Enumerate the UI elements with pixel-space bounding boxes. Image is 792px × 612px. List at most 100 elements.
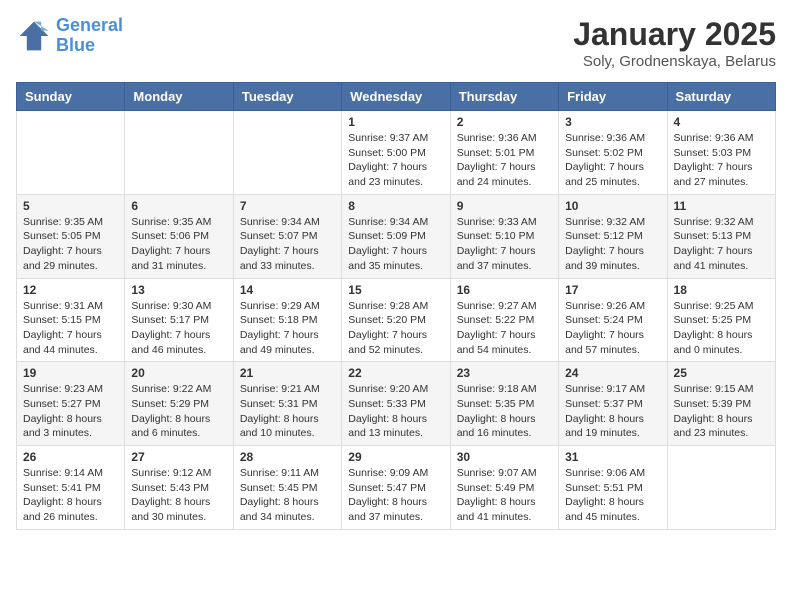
calendar-cell: 12 Sunrise: 9:31 AM Sunset: 5:15 PM Dayli… bbox=[17, 278, 125, 362]
day-number: 26 bbox=[23, 450, 118, 464]
day-number: 1 bbox=[348, 115, 443, 129]
calendar-cell bbox=[667, 446, 775, 530]
calendar-cell: 30 Sunrise: 9:07 AM Sunset: 5:49 PM Dayli… bbox=[450, 446, 558, 530]
day-info: Sunrise: 9:33 AM Sunset: 5:10 PM Dayligh… bbox=[457, 215, 552, 274]
day-number: 10 bbox=[565, 199, 660, 213]
logo-icon bbox=[16, 18, 52, 54]
day-info: Sunrise: 9:34 AM Sunset: 5:09 PM Dayligh… bbox=[348, 215, 443, 274]
calendar-table: SundayMondayTuesdayWednesdayThursdayFrid… bbox=[16, 82, 776, 530]
calendar-cell: 1Sunrise: 9:37 AM Sunset: 5:00 PM Daylig… bbox=[342, 111, 450, 195]
calendar-cell: 15Sunrise: 9:28 AM Sunset: 5:20 PM Dayli… bbox=[342, 278, 450, 362]
calendar-cell: 18 Sunrise: 9:25 AM Sunset: 5:25 PM Dayli… bbox=[667, 278, 775, 362]
day-number: 2 bbox=[457, 115, 552, 129]
day-number: 11 bbox=[674, 199, 769, 213]
day-number: 6 bbox=[131, 199, 226, 213]
calendar-cell bbox=[233, 111, 341, 195]
weekday-header: Friday bbox=[559, 83, 667, 111]
calendar-cell: 28 Sunrise: 9:11 AM Sunset: 5:45 PM Dayli… bbox=[233, 446, 341, 530]
calendar-cell: 16 Sunrise: 9:27 AM Sunset: 5:22 PM Dayli… bbox=[450, 278, 558, 362]
day-number: 17 bbox=[565, 283, 660, 297]
day-number: 16 bbox=[457, 283, 552, 297]
day-info: Sunrise: 9:26 AM Sunset: 5:24 PM Dayligh… bbox=[565, 299, 660, 358]
calendar-week-row: 1Sunrise: 9:37 AM Sunset: 5:00 PM Daylig… bbox=[17, 111, 776, 195]
day-number: 3 bbox=[565, 115, 660, 129]
calendar-cell: 14Sunrise: 9:29 AM Sunset: 5:18 PM Dayli… bbox=[233, 278, 341, 362]
day-number: 31 bbox=[565, 450, 660, 464]
weekday-header: Monday bbox=[125, 83, 233, 111]
weekday-header: Sunday bbox=[17, 83, 125, 111]
calendar-week-row: 12 Sunrise: 9:31 AM Sunset: 5:15 PM Dayli… bbox=[17, 278, 776, 362]
calendar-cell: 25 Sunrise: 9:15 AM Sunset: 5:39 PM Dayli… bbox=[667, 362, 775, 446]
day-number: 30 bbox=[457, 450, 552, 464]
calendar-cell: 27Sunrise: 9:12 AM Sunset: 5:43 PM Dayli… bbox=[125, 446, 233, 530]
day-number: 14 bbox=[240, 283, 335, 297]
day-number: 20 bbox=[131, 366, 226, 380]
day-info: Sunrise: 9:36 AM Sunset: 5:03 PM Dayligh… bbox=[674, 131, 769, 190]
calendar-cell: 22 Sunrise: 9:20 AM Sunset: 5:33 PM Dayli… bbox=[342, 362, 450, 446]
logo: General Blue bbox=[16, 16, 123, 56]
day-info: Sunrise: 9:14 AM Sunset: 5:41 PM Dayligh… bbox=[23, 466, 118, 525]
day-info: Sunrise: 9:06 AM Sunset: 5:51 PM Dayligh… bbox=[565, 466, 660, 525]
day-info: Sunrise: 9:07 AM Sunset: 5:49 PM Dayligh… bbox=[457, 466, 552, 525]
day-number: 12 bbox=[23, 283, 118, 297]
calendar-cell: 9 Sunrise: 9:33 AM Sunset: 5:10 PM Daylig… bbox=[450, 194, 558, 278]
calendar-header-row: SundayMondayTuesdayWednesdayThursdayFrid… bbox=[17, 83, 776, 111]
calendar-cell: 4Sunrise: 9:36 AM Sunset: 5:03 PM Daylig… bbox=[667, 111, 775, 195]
calendar-week-row: 26 Sunrise: 9:14 AM Sunset: 5:41 PM Dayli… bbox=[17, 446, 776, 530]
day-number: 24 bbox=[565, 366, 660, 380]
calendar-cell: 19Sunrise: 9:23 AM Sunset: 5:27 PM Dayli… bbox=[17, 362, 125, 446]
calendar-cell bbox=[17, 111, 125, 195]
day-info: Sunrise: 9:20 AM Sunset: 5:33 PM Dayligh… bbox=[348, 382, 443, 441]
calendar-cell bbox=[125, 111, 233, 195]
weekday-header: Wednesday bbox=[342, 83, 450, 111]
location: Soly, Grodnenskaya, Belarus bbox=[573, 53, 776, 70]
page-header: General Blue January 2025 Soly, Grodnens… bbox=[16, 16, 776, 70]
day-info: Sunrise: 9:27 AM Sunset: 5:22 PM Dayligh… bbox=[457, 299, 552, 358]
calendar-cell: 29 Sunrise: 9:09 AM Sunset: 5:47 PM Dayli… bbox=[342, 446, 450, 530]
calendar-cell: 21Sunrise: 9:21 AM Sunset: 5:31 PM Dayli… bbox=[233, 362, 341, 446]
day-number: 23 bbox=[457, 366, 552, 380]
calendar-cell: 20 Sunrise: 9:22 AM Sunset: 5:29 PM Dayli… bbox=[125, 362, 233, 446]
day-info: Sunrise: 9:32 AM Sunset: 5:13 PM Dayligh… bbox=[674, 215, 769, 274]
day-number: 19 bbox=[23, 366, 118, 380]
calendar-cell: 23Sunrise: 9:18 AM Sunset: 5:35 PM Dayli… bbox=[450, 362, 558, 446]
day-info: Sunrise: 9:15 AM Sunset: 5:39 PM Dayligh… bbox=[674, 382, 769, 441]
weekday-header: Tuesday bbox=[233, 83, 341, 111]
calendar-cell: 3 Sunrise: 9:36 AM Sunset: 5:02 PM Daylig… bbox=[559, 111, 667, 195]
logo-text: General Blue bbox=[56, 16, 123, 56]
day-number: 7 bbox=[240, 199, 335, 213]
weekday-header: Saturday bbox=[667, 83, 775, 111]
calendar-cell: 17 Sunrise: 9:26 AM Sunset: 5:24 PM Dayli… bbox=[559, 278, 667, 362]
month-title: January 2025 bbox=[573, 16, 776, 53]
day-number: 22 bbox=[348, 366, 443, 380]
day-number: 8 bbox=[348, 199, 443, 213]
day-info: Sunrise: 9:30 AM Sunset: 5:17 PM Dayligh… bbox=[131, 299, 226, 358]
day-info: Sunrise: 9:35 AM Sunset: 5:05 PM Dayligh… bbox=[23, 215, 118, 274]
day-number: 29 bbox=[348, 450, 443, 464]
day-info: Sunrise: 9:31 AM Sunset: 5:15 PM Dayligh… bbox=[23, 299, 118, 358]
day-number: 13 bbox=[131, 283, 226, 297]
day-info: Sunrise: 9:34 AM Sunset: 5:07 PM Dayligh… bbox=[240, 215, 335, 274]
day-info: Sunrise: 9:22 AM Sunset: 5:29 PM Dayligh… bbox=[131, 382, 226, 441]
day-info: Sunrise: 9:36 AM Sunset: 5:01 PM Dayligh… bbox=[457, 131, 552, 190]
calendar-cell: 5 Sunrise: 9:35 AM Sunset: 5:05 PM Daylig… bbox=[17, 194, 125, 278]
title-block: January 2025 Soly, Grodnenskaya, Belarus bbox=[573, 16, 776, 70]
day-info: Sunrise: 9:09 AM Sunset: 5:47 PM Dayligh… bbox=[348, 466, 443, 525]
day-number: 5 bbox=[23, 199, 118, 213]
calendar-cell: 11 Sunrise: 9:32 AM Sunset: 5:13 PM Dayli… bbox=[667, 194, 775, 278]
day-number: 25 bbox=[674, 366, 769, 380]
day-number: 9 bbox=[457, 199, 552, 213]
day-info: Sunrise: 9:35 AM Sunset: 5:06 PM Dayligh… bbox=[131, 215, 226, 274]
calendar-cell: 8 Sunrise: 9:34 AM Sunset: 5:09 PM Daylig… bbox=[342, 194, 450, 278]
day-info: Sunrise: 9:21 AM Sunset: 5:31 PM Dayligh… bbox=[240, 382, 335, 441]
day-info: Sunrise: 9:25 AM Sunset: 5:25 PM Dayligh… bbox=[674, 299, 769, 358]
day-number: 15 bbox=[348, 283, 443, 297]
day-number: 28 bbox=[240, 450, 335, 464]
day-info: Sunrise: 9:12 AM Sunset: 5:43 PM Dayligh… bbox=[131, 466, 226, 525]
calendar-cell: 31 Sunrise: 9:06 AM Sunset: 5:51 PM Dayli… bbox=[559, 446, 667, 530]
day-info: Sunrise: 9:11 AM Sunset: 5:45 PM Dayligh… bbox=[240, 466, 335, 525]
calendar-cell: 13 Sunrise: 9:30 AM Sunset: 5:17 PM Dayli… bbox=[125, 278, 233, 362]
day-info: Sunrise: 9:36 AM Sunset: 5:02 PM Dayligh… bbox=[565, 131, 660, 190]
weekday-header: Thursday bbox=[450, 83, 558, 111]
day-number: 18 bbox=[674, 283, 769, 297]
